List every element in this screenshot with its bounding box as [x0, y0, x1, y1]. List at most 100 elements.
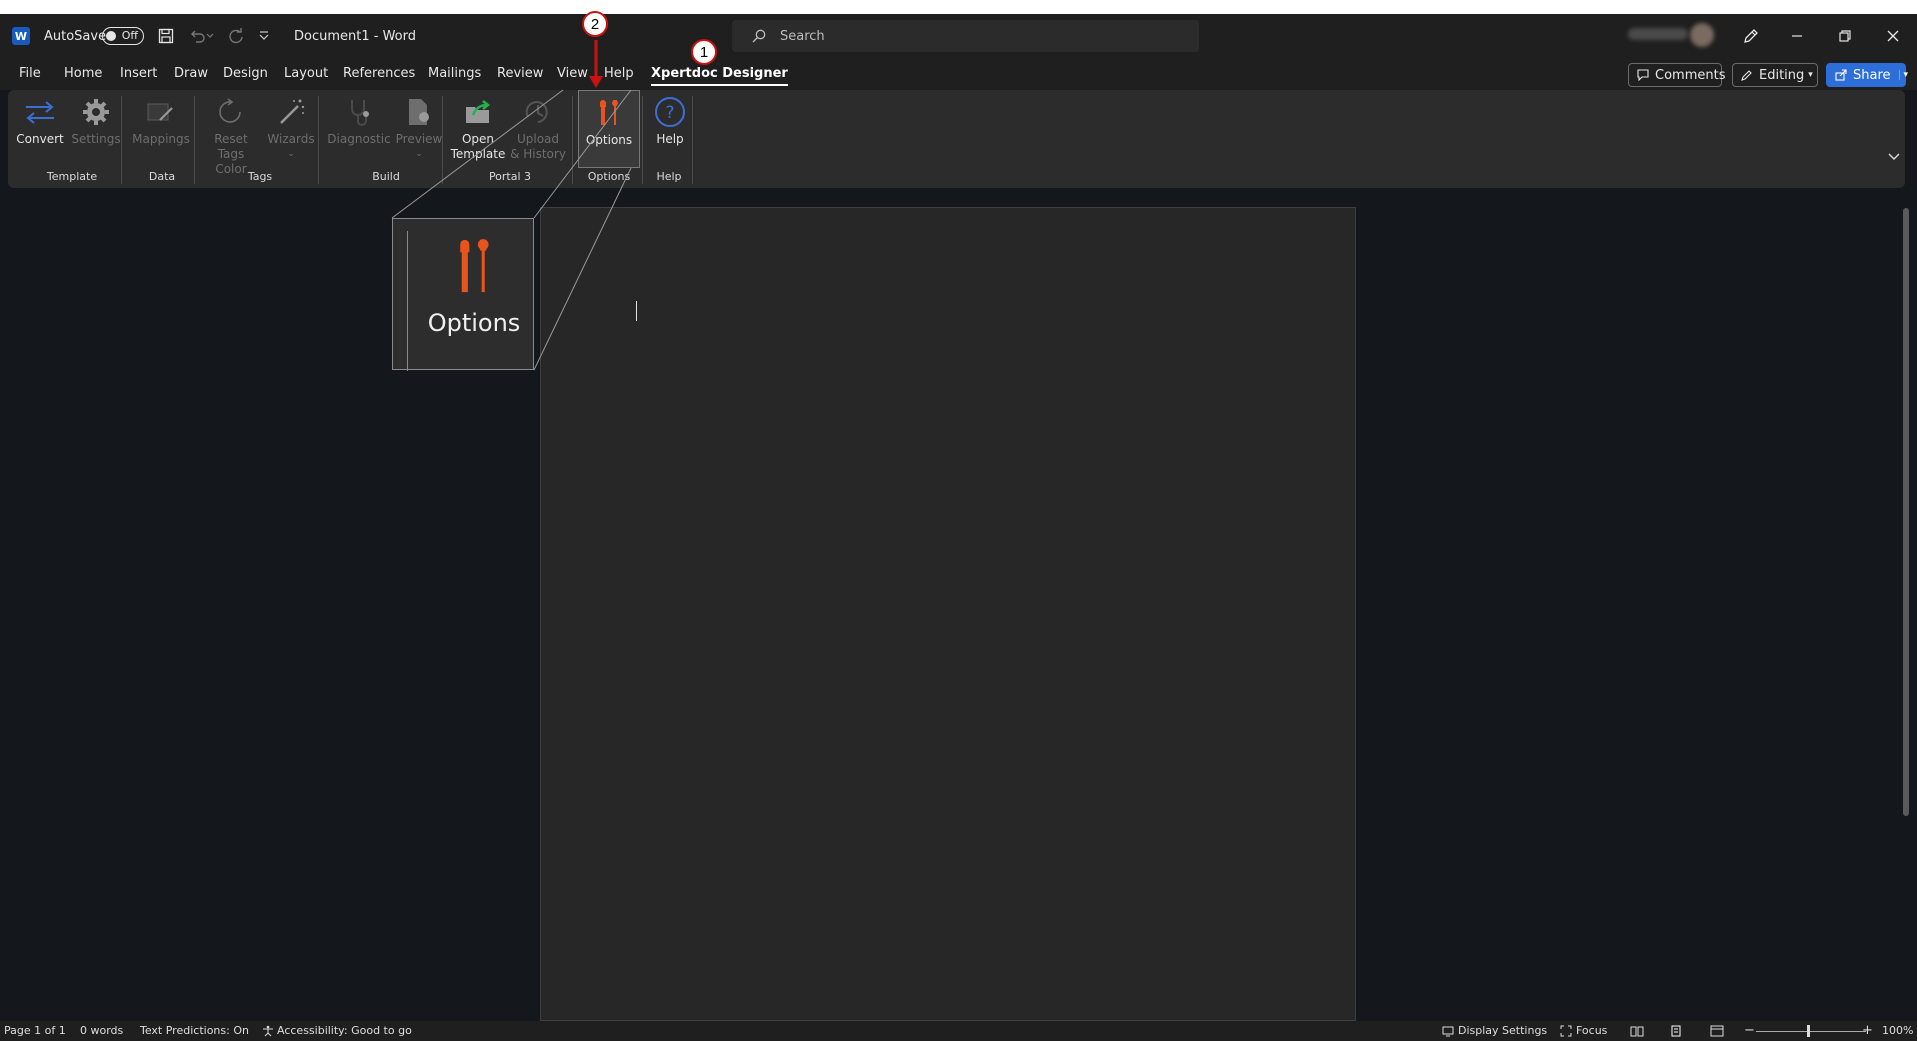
- focus-button[interactable]: Focus: [1560, 1021, 1607, 1041]
- designer-pen-icon[interactable]: [1742, 14, 1760, 58]
- step-1-badge: 1: [691, 39, 717, 65]
- comments-button[interactable]: Comments: [1628, 63, 1726, 87]
- group-divider: [121, 96, 122, 184]
- accessibility-icon: [262, 1025, 274, 1037]
- web-layout-icon[interactable]: [1710, 1021, 1724, 1041]
- display-settings-button[interactable]: Display Settings: [1442, 1021, 1547, 1041]
- tab-layout[interactable]: Layout: [284, 58, 328, 90]
- upload-history-button[interactable]: Upload & History: [508, 90, 568, 162]
- restore-icon[interactable]: [1838, 14, 1852, 58]
- tab-home[interactable]: Home: [64, 58, 102, 90]
- zoom-in-icon[interactable]: +: [1862, 1021, 1873, 1041]
- avatar[interactable]: [1690, 23, 1714, 47]
- wizards-button[interactable]: Wizards ⌄: [264, 90, 318, 162]
- group-divider: [318, 96, 319, 184]
- options-label: Options: [585, 133, 633, 147]
- account-name[interactable]: [1628, 28, 1688, 40]
- group-portal-label: Portal 3: [488, 170, 532, 183]
- print-layout-icon[interactable]: [1670, 1021, 1682, 1041]
- share-button[interactable]: Share ▾: [1826, 63, 1908, 87]
- customize-qat-icon[interactable]: [259, 14, 269, 58]
- reset-tags-color-button[interactable]: Reset Tags Color: [200, 90, 262, 177]
- convert-label: Convert: [16, 132, 64, 146]
- read-mode-icon[interactable]: [1630, 1021, 1644, 1041]
- help-button[interactable]: ? Help: [648, 90, 692, 147]
- accessibility-label: Accessibility: Good to go: [277, 1024, 412, 1037]
- group-template-label: Template: [46, 170, 98, 183]
- diagnostic-button[interactable]: Diagnostic: [326, 90, 392, 147]
- callout-options-label: Options: [427, 309, 521, 337]
- minimize-icon[interactable]: [1790, 14, 1804, 58]
- word-app-icon[interactable]: W: [12, 14, 30, 58]
- tab-xpertdoc-designer[interactable]: Xpertdoc Designer: [651, 58, 788, 90]
- share-label: Share: [1853, 67, 1891, 83]
- chevron-down-icon: ⌄: [287, 149, 295, 159]
- tab-references[interactable]: References: [343, 58, 415, 90]
- redo-icon[interactable]: [228, 14, 244, 58]
- group-divider: [692, 96, 693, 184]
- tab-file[interactable]: File: [19, 58, 41, 90]
- group-tags-label: Tags: [247, 170, 273, 183]
- tab-view[interactable]: View: [557, 58, 588, 90]
- preview-document-icon: [402, 94, 436, 130]
- group-options-label: Options: [587, 170, 631, 183]
- page-count[interactable]: Page 1 of 1: [4, 1021, 66, 1041]
- group-divider: [642, 96, 643, 184]
- focus-label: Focus: [1576, 1024, 1608, 1037]
- share-chevron-icon[interactable]: ▾: [1898, 70, 1908, 80]
- tab-insert[interactable]: Insert: [120, 58, 157, 90]
- mappings-button[interactable]: Mappings: [130, 90, 192, 147]
- tab-help[interactable]: Help: [604, 58, 634, 90]
- save-icon[interactable]: [158, 14, 174, 58]
- accessibility-status[interactable]: Accessibility: Good to go: [262, 1021, 412, 1041]
- preview-button[interactable]: Preview ⌄: [392, 90, 446, 162]
- close-icon[interactable]: [1886, 14, 1900, 58]
- reset-icon: [214, 94, 248, 130]
- collapse-ribbon-icon[interactable]: [1888, 146, 1900, 165]
- step-2-badge: 2: [582, 11, 608, 37]
- help-question-icon: ?: [653, 94, 687, 130]
- upload-history-icon: [521, 94, 555, 130]
- top-border: [0, 0, 1917, 14]
- ribbon-panel: Convert Settings Template Mappings Data …: [8, 90, 1905, 188]
- group-divider: [442, 96, 443, 184]
- zoom-slider[interactable]: [1756, 1021, 1866, 1041]
- text-predictions-status[interactable]: Text Predictions: On: [140, 1021, 249, 1041]
- tab-review[interactable]: Review: [497, 58, 543, 90]
- autosave-label: AutoSave: [44, 28, 107, 44]
- zoom-level[interactable]: 100%: [1882, 1021, 1913, 1041]
- search-icon: [752, 29, 766, 43]
- options-button[interactable]: Options: [578, 90, 640, 168]
- open-template-button[interactable]: Open Template: [448, 90, 508, 162]
- chevron-down-icon: ⌄: [415, 149, 423, 159]
- group-help-label: Help: [656, 170, 682, 183]
- text-cursor: [636, 301, 637, 321]
- tab-mailings[interactable]: Mailings: [428, 58, 481, 90]
- settings-label: Settings: [71, 132, 121, 146]
- search-box[interactable]: Search: [732, 20, 1199, 52]
- preview-label: Preview: [395, 132, 443, 146]
- stethoscope-icon: [342, 94, 376, 130]
- vertical-scrollbar[interactable]: [1903, 208, 1909, 816]
- zoom-out-icon[interactable]: −: [1744, 1021, 1755, 1041]
- convert-button[interactable]: Convert: [16, 90, 64, 147]
- comment-icon: [1637, 69, 1649, 81]
- focus-icon: [1560, 1025, 1572, 1037]
- open-template-icon: [461, 94, 495, 130]
- undo-icon[interactable]: [188, 14, 214, 58]
- tab-design[interactable]: Design: [223, 58, 268, 90]
- editing-button[interactable]: Editing ▾: [1732, 63, 1818, 87]
- pencil-icon: [1741, 69, 1753, 81]
- document-page[interactable]: [540, 207, 1356, 1021]
- document-title: Document1 - Word: [294, 28, 416, 44]
- settings-button[interactable]: Settings: [68, 90, 124, 147]
- callout-divider: [407, 231, 408, 371]
- display-settings-label: Display Settings: [1458, 1024, 1548, 1037]
- status-bar: Page 1 of 1 0 words Text Predictions: On…: [0, 1021, 1917, 1041]
- search-placeholder: Search: [780, 28, 825, 44]
- tab-draw[interactable]: Draw: [174, 58, 208, 90]
- word-count[interactable]: 0 words: [80, 1021, 123, 1041]
- comments-label: Comments: [1655, 67, 1726, 83]
- autosave-toggle[interactable]: Off: [102, 14, 144, 58]
- group-divider: [194, 96, 195, 184]
